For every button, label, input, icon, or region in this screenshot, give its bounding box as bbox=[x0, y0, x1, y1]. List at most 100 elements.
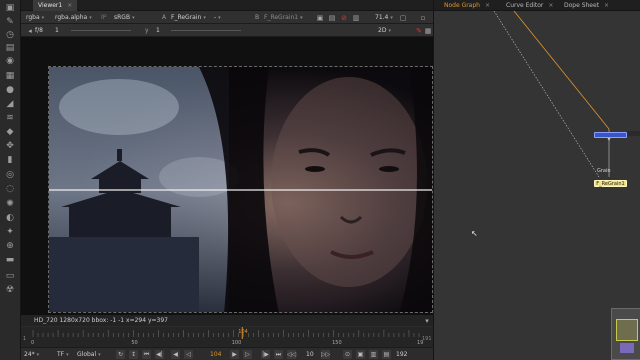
channels-dropdown[interactable]: rgba ▾ bbox=[26, 13, 44, 22]
colorspace-dropdown[interactable]: sRGB ▾ bbox=[114, 13, 135, 22]
proxy-icon[interactable]: ▤ bbox=[328, 14, 336, 22]
tab-node-graph[interactable]: Node Graph × bbox=[439, 0, 495, 11]
ofx-icon[interactable]: ▭ bbox=[4, 270, 16, 282]
regrain-node[interactable]: F_ReGrain1 bbox=[594, 180, 627, 187]
layers-icon[interactable]: ≋ bbox=[4, 112, 16, 124]
timecode-dropdown[interactable]: TF ▾ bbox=[57, 350, 69, 359]
next-keyframe-button[interactable]: |▶ bbox=[261, 350, 270, 359]
step-field[interactable]: 10 bbox=[306, 350, 314, 359]
loop-button[interactable]: ↻ bbox=[116, 350, 125, 359]
input-a-dropdown[interactable]: F_ReGrain ▾ bbox=[171, 13, 206, 22]
play-backward-button[interactable]: ◀ bbox=[171, 350, 180, 359]
draw-icon[interactable]: ✎ bbox=[4, 16, 16, 28]
compare-value: - bbox=[214, 14, 217, 21]
3d-icon[interactable]: ◆ bbox=[4, 126, 16, 138]
gain-value: 1 bbox=[55, 27, 59, 34]
color-icon[interactable]: ◉ bbox=[4, 55, 16, 67]
channel-icon[interactable]: ▤ bbox=[4, 42, 16, 54]
zoom-dropdown[interactable]: 71.4 ▾ bbox=[375, 13, 393, 22]
bounce-icon[interactable]: ⊙ bbox=[343, 350, 352, 359]
compare-dropdown[interactable]: - ▾ bbox=[214, 13, 221, 22]
gamma-field[interactable]: 1 bbox=[156, 26, 160, 35]
blue-node[interactable] bbox=[594, 132, 627, 138]
wipe-icon[interactable]: ✎ bbox=[415, 27, 423, 35]
frame-value: 104 bbox=[210, 351, 222, 358]
composite-image bbox=[49, 67, 432, 312]
node-graph-minimap[interactable] bbox=[611, 308, 640, 360]
close-icon[interactable]: × bbox=[604, 2, 609, 9]
tab-curve-editor[interactable]: Curve Editor × bbox=[501, 0, 558, 11]
timeline-ruler[interactable]: 0 50 100 150 191 191104 bbox=[21, 327, 433, 347]
side-node[interactable] bbox=[627, 131, 640, 136]
node-graph-tab-bar: Node Graph × Curve Editor × Dope Sheet × bbox=[434, 0, 640, 11]
cache-icon[interactable]: ▣ bbox=[356, 350, 365, 359]
grain-label: Grain bbox=[597, 168, 611, 174]
chevron-down-icon: ▾ bbox=[388, 28, 391, 34]
close-icon[interactable]: × bbox=[548, 2, 553, 9]
viewer-canvas[interactable] bbox=[21, 37, 433, 315]
image-icon[interactable]: ▣ bbox=[4, 2, 16, 14]
chevron-down-icon[interactable]: ▾ bbox=[423, 317, 431, 325]
chevron-down-icon: ▾ bbox=[66, 352, 69, 358]
group-icon[interactable]: ⊕ bbox=[4, 240, 16, 252]
prev-keyframe-button[interactable]: ◀| bbox=[155, 350, 164, 359]
ip-label: IP bbox=[101, 14, 107, 21]
timeline[interactable]: 0 50 100 150 19 1 191 104 bbox=[21, 327, 433, 347]
clip-icon[interactable]: ▥ bbox=[352, 14, 360, 22]
input-b-letter-text: B bbox=[255, 14, 260, 21]
fstop-field[interactable]: f/8 bbox=[35, 26, 43, 35]
gamma-slider[interactable] bbox=[171, 30, 241, 31]
pause-icon[interactable]: ⊘ bbox=[340, 14, 348, 22]
flipbook-icon[interactable]: ▥ bbox=[369, 350, 378, 359]
gain-slider[interactable] bbox=[71, 30, 131, 31]
gain-field[interactable]: 1 bbox=[55, 26, 59, 35]
play-forward-button[interactable]: ▶ bbox=[230, 350, 239, 359]
alpha-channel-dropdown[interactable]: rgba.alpha ▾ bbox=[55, 13, 92, 22]
grid-icon[interactable]: ▦ bbox=[424, 27, 432, 35]
keyer-icon[interactable]: ● bbox=[4, 84, 16, 96]
minimap-node bbox=[620, 343, 634, 353]
views-icon[interactable]: ▮ bbox=[4, 154, 16, 166]
resolution-icon[interactable]: ▢ bbox=[399, 14, 407, 22]
particles-icon[interactable]: ✺ bbox=[4, 198, 16, 210]
close-icon[interactable]: × bbox=[485, 2, 490, 9]
filter-icon[interactable]: ▦ bbox=[4, 70, 16, 82]
tag-icon[interactable]: ✦ bbox=[4, 226, 16, 238]
node-graph-panel[interactable]: Node Graph × Curve Editor × Dope Sheet × Gr… bbox=[433, 0, 640, 360]
time-icon[interactable]: ◷ bbox=[4, 29, 16, 41]
merge-icon[interactable]: ◢ bbox=[4, 98, 16, 110]
tab-dope-sheet[interactable]: Dope Sheet × bbox=[559, 0, 614, 11]
frame-field[interactable]: 104 bbox=[210, 350, 221, 359]
eye-icon[interactable]: ◐ bbox=[4, 212, 16, 224]
timeline-tick-label: 150 bbox=[332, 340, 342, 346]
chevron-down-icon: ▾ bbox=[89, 15, 92, 21]
float-panel-icon[interactable]: ▫ bbox=[419, 14, 427, 22]
first-frame-button[interactable]: ⏮ bbox=[142, 350, 151, 359]
input-b-dropdown[interactable]: F_ReGrain1 ▾ bbox=[264, 13, 303, 22]
fstop-value: f/8 bbox=[35, 27, 43, 34]
prev-frame-button[interactable]: ◁ bbox=[184, 350, 193, 359]
ip-toggle[interactable]: IP bbox=[101, 13, 106, 22]
panel-icon[interactable]: ▬ bbox=[4, 254, 16, 266]
step-back-button[interactable]: ◁◁ bbox=[287, 350, 296, 359]
nuke-logo-icon[interactable]: ☢ bbox=[4, 284, 16, 296]
skip-icon[interactable]: ↕ bbox=[129, 350, 138, 359]
scope-dropdown[interactable]: Global ▾ bbox=[77, 350, 101, 359]
tab-viewer1[interactable]: Viewer1 × bbox=[33, 0, 78, 11]
next-frame-button[interactable]: ▷ bbox=[243, 350, 252, 359]
metadata-icon[interactable]: ◌ bbox=[4, 183, 16, 195]
expand-icon[interactable]: ◂ bbox=[26, 27, 34, 35]
fps-dropdown[interactable]: 24* ▾ bbox=[24, 350, 39, 359]
view-mode-dropdown[interactable]: 2D ▾ bbox=[378, 26, 391, 35]
mouse-cursor-icon: ↖ bbox=[471, 229, 478, 238]
last-frame-button[interactable]: ⏭ bbox=[274, 350, 283, 359]
range-icon[interactable]: ▤ bbox=[382, 350, 391, 359]
transform-icon[interactable]: ✥ bbox=[4, 140, 16, 152]
input-a-value: F_ReGrain bbox=[171, 14, 202, 21]
roi-icon[interactable]: ▣ bbox=[316, 14, 324, 22]
step-forward-button[interactable]: ▷▷ bbox=[321, 350, 330, 359]
end-frame-field[interactable]: 192 bbox=[396, 350, 407, 359]
timeline-end-frame: 191 bbox=[422, 336, 432, 342]
deep-icon[interactable]: ◎ bbox=[4, 169, 16, 181]
close-icon[interactable]: × bbox=[67, 2, 72, 9]
